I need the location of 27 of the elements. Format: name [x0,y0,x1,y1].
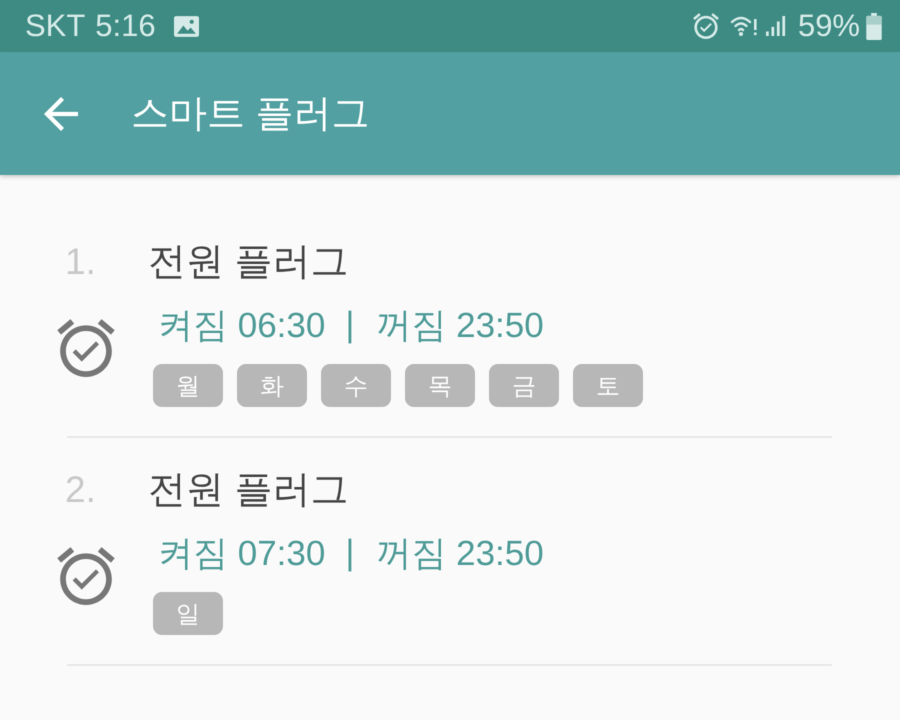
day-tag: 목 [405,364,475,407]
schedule-name: 전원 플러그 [148,468,349,512]
off-time: 꺼짐 23:50 [376,532,544,574]
clock-time: 5:16 [95,8,156,44]
separator: | [345,305,354,345]
on-time: 켜짐 07:30 [158,532,326,574]
day-tag: 토 [573,364,643,407]
battery-icon [866,12,882,40]
day-tag: 일 [153,592,223,635]
back-icon[interactable] [44,96,78,130]
alarm-clock-icon [692,13,719,39]
on-time: 켜짐 06:30 [158,304,326,346]
schedule-name: 전원 플러그 [148,240,349,284]
alarm-clock-check-icon [57,319,115,377]
screen-title: 스마트 플러그 [131,92,370,137]
wifi-icon [730,14,758,38]
day-tag: 월 [153,364,223,407]
day-tag: 화 [237,364,307,407]
day-tag: 금 [489,364,559,407]
carrier-name: SKT [25,8,86,44]
picture-icon [174,16,199,36]
signal-bars-icon [766,15,786,37]
battery-percent: 59% [798,8,860,44]
alarm-clock-check-icon [57,547,115,605]
separator: | [345,533,354,573]
day-tag: 수 [321,364,391,407]
off-time: 꺼짐 23:50 [376,304,544,346]
